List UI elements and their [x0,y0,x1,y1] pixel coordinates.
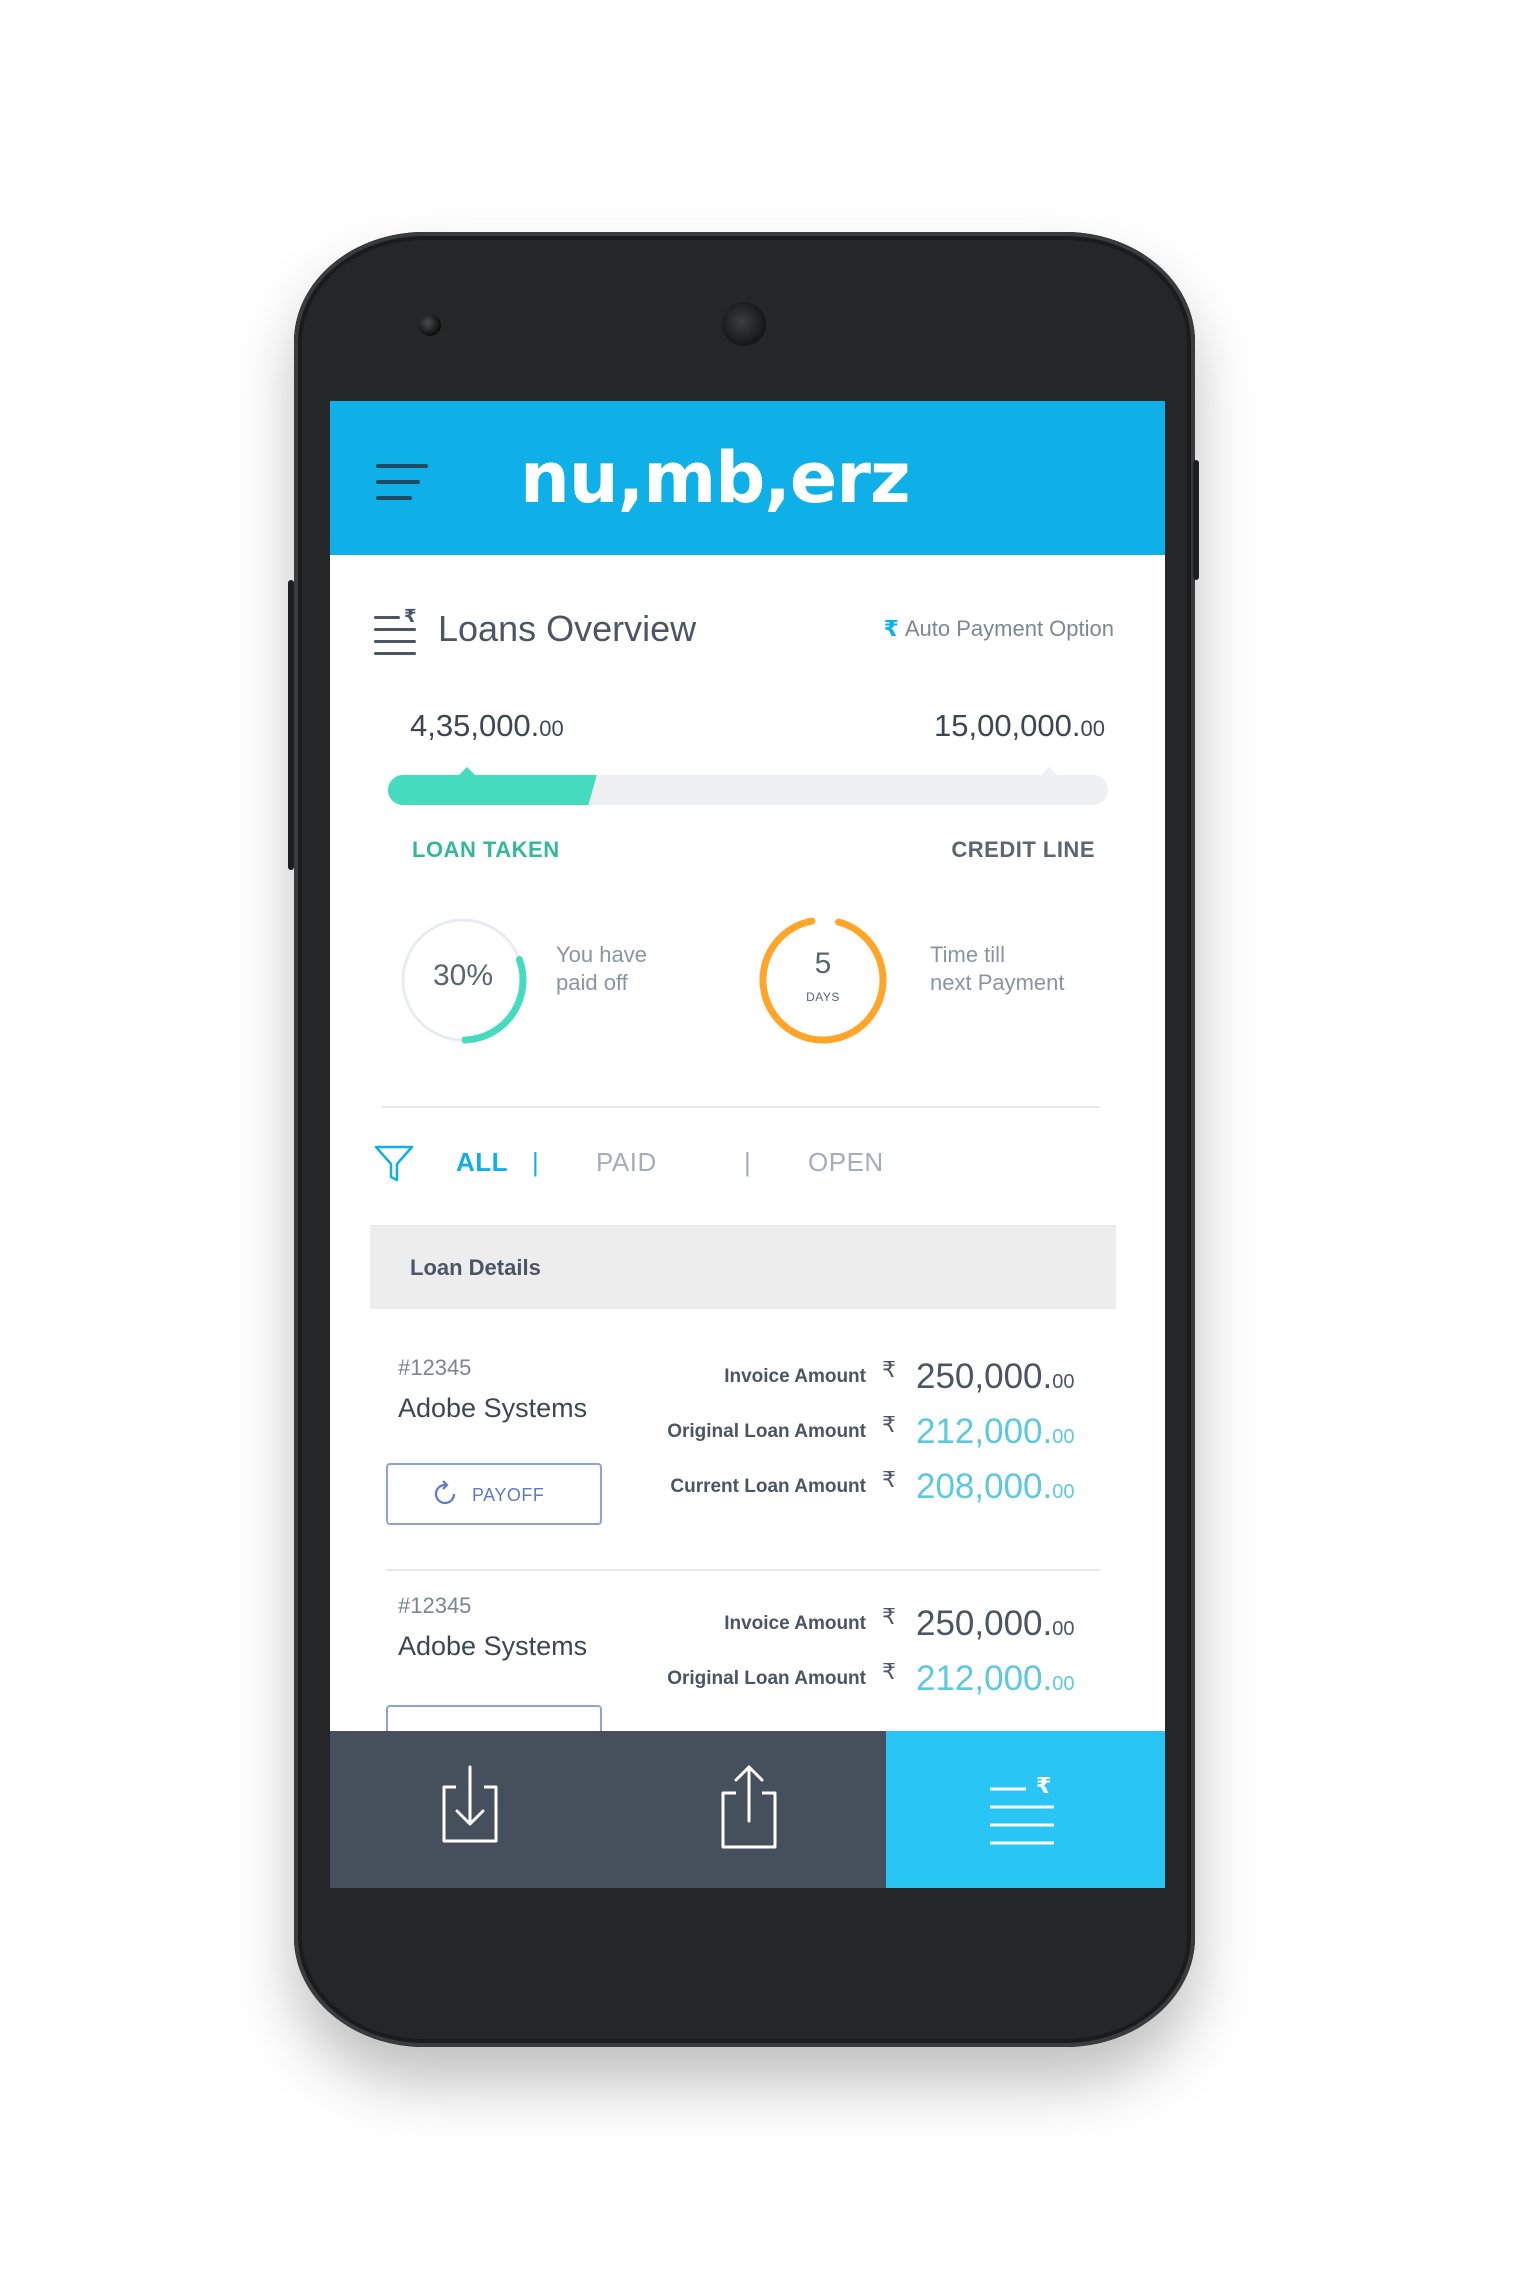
nav-share[interactable] [609,1731,888,1888]
power-button [1193,460,1199,580]
loan-company: Adobe Systems [398,1631,588,1661]
nav-loans[interactable]: ₹ [886,1731,1165,1888]
filter-tab-paid[interactable]: PAID [596,1147,657,1178]
auto-payment-option-link[interactable]: ₹ Auto Payment Option [884,616,1114,642]
days-caption: Time till next Payment [930,942,1065,995]
filter-tab-open[interactable]: OPEN [808,1147,884,1178]
filter-separator: | [744,1147,752,1177]
days-value: 5 [814,947,832,980]
rupee-icon: ₹ [882,1659,896,1684]
filter-tab-all[interactable]: ALL [456,1147,508,1178]
loan-company: Adobe Systems [398,1393,588,1423]
loan-item-divider [386,1569,1100,1571]
filter-icon[interactable] [374,1143,414,1183]
original-loan-amount-value: 212,000.00 [916,1412,1075,1451]
invoice-amount-value: 250,000.00 [916,1604,1075,1643]
credit-line-amount: 15,00,000.00 [933,708,1105,743]
front-camera [419,314,441,336]
invoice-amount-label: Invoice Amount [724,1613,866,1634]
credit-line-label: CREDIT LINE [951,837,1095,862]
loan-progress-fill [388,775,597,805]
rupee-icon: ₹ [883,616,899,641]
loan-list-icon: ₹ [990,1774,1054,1845]
app-bar: nu,mb,erz [330,401,1165,555]
loan-details-header: Loan Details [370,1225,1116,1309]
volume-button [288,580,294,870]
rupee-icon: ₹ [882,1357,896,1382]
loan-filter-bar: ALL | PAID | OPEN [374,1139,974,1189]
rupee-icon: ₹ [882,1604,896,1629]
bottom-navigation: ₹ [330,1731,1165,1888]
payoff-label: PAYOFF [472,1485,545,1505]
loan-taken-label: LOAN TAKEN [412,837,560,862]
current-loan-amount-value: 208,000.00 [916,1467,1075,1506]
paid-off-caption: You have paid off [556,942,647,995]
loan-id: #12345 [398,1593,472,1618]
loan-item[interactable]: #12345 Adobe Systems PAYOFF Invoice Amou… [370,1355,1116,1591]
invoice-amount-value: 250,000.00 [916,1357,1075,1396]
app-title: nu,mb,erz [520,437,911,519]
menu-icon[interactable] [376,464,428,500]
section-title: Loans Overview [438,608,697,649]
share-icon [721,1765,777,1849]
loans-overview-header: ₹ Loans Overview ₹ Auto Payment Option [374,606,1124,656]
original-loan-amount-value: 212,000.00 [916,1659,1075,1698]
loan-progress-bar [388,767,1108,805]
loan-taken-amount: 4,35,000.00 [410,708,564,743]
refresh-icon [434,1480,456,1505]
days-unit: DAYS [806,990,840,1004]
original-loan-amount-label: Original Loan Amount [667,1668,866,1689]
earpiece-speaker [722,302,766,346]
download-icon [442,1765,498,1843]
current-loan-amount-label: Current Loan Amount [670,1476,866,1497]
invoice-amount-label: Invoice Amount [724,1366,866,1387]
nav-download[interactable] [330,1731,609,1888]
payoff-button[interactable]: PAYOFF [386,1463,602,1525]
app-screen: nu,mb,erz ₹ Loans Overview ₹ Auto Payment… [330,401,1165,1888]
original-loan-amount-label: Original Loan Amount [667,1421,866,1442]
paid-off-value: 30% [432,959,494,992]
svg-text:₹: ₹ [1036,1774,1051,1799]
loan-id: #12345 [398,1355,472,1380]
filter-separator: | [532,1147,540,1177]
auto-payment-label: Auto Payment Option [904,616,1114,641]
loan-list-icon: ₹ [374,606,420,655]
loan-details-title: Loan Details [410,1255,541,1280]
rupee-icon: ₹ [882,1412,896,1437]
rupee-icon: ₹ [882,1467,896,1492]
overview-divider [382,1106,1100,1108]
